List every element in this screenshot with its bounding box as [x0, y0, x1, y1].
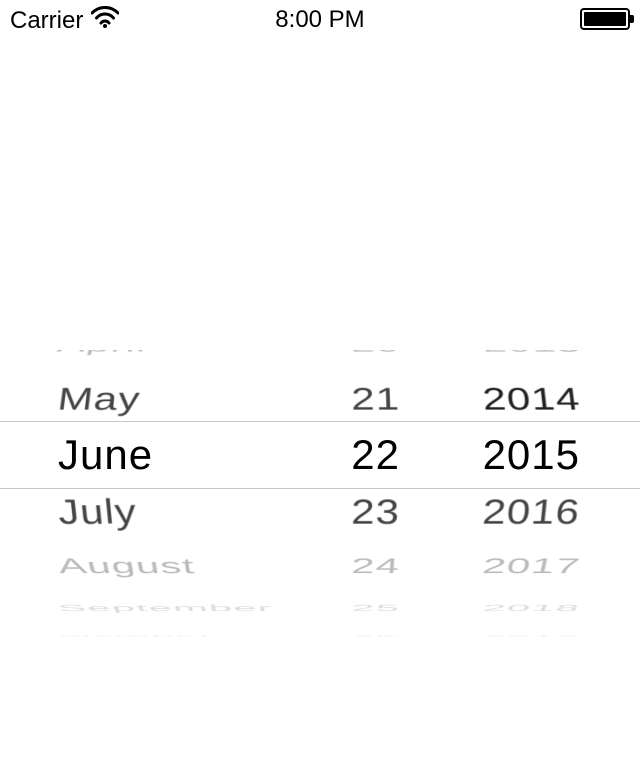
status-bar-right [580, 8, 630, 37]
status-bar: Carrier 8:00 PM [0, 0, 640, 40]
year-option[interactable]: 2013 [428, 350, 584, 360]
year-option[interactable]: 2014 [429, 374, 584, 425]
battery-fill [584, 12, 626, 26]
day-wheel[interactable]: 17 18 19 20 21 22 23 24 25 26 27 [310, 350, 400, 784]
year-option[interactable]: 2018 [428, 601, 584, 616]
year-option[interactable]: 2017 [428, 548, 584, 583]
month-option[interactable]: August [45, 548, 310, 583]
year-selected[interactable]: 2015 [430, 421, 580, 489]
month-selected[interactable]: June [50, 421, 310, 489]
month-option[interactable]: October [47, 634, 310, 638]
day-option[interactable]: 21 [310, 374, 401, 425]
battery-icon [580, 8, 630, 30]
date-picker: January February March April May June Ju… [0, 350, 640, 784]
day-option[interactable]: 26 [310, 634, 401, 638]
day-option[interactable]: 25 [310, 601, 401, 616]
day-option[interactable]: 20 [310, 350, 402, 360]
month-option[interactable]: April [45, 350, 310, 360]
day-option[interactable]: 24 [310, 548, 402, 583]
day-selected[interactable]: 22 [310, 421, 400, 489]
status-bar-time: 8:00 PM [0, 6, 640, 34]
year-option[interactable]: 2016 [429, 483, 584, 540]
month-option[interactable]: July [46, 483, 310, 540]
month-option[interactable]: May [46, 374, 310, 425]
month-wheel[interactable]: January February March April May June Ju… [50, 350, 310, 784]
year-wheel[interactable]: 2010 2011 2012 2013 2014 2015 2016 2017 … [430, 350, 580, 784]
day-option[interactable]: 23 [310, 483, 401, 540]
year-option[interactable]: 2019 [429, 634, 582, 638]
month-option[interactable]: September [46, 601, 310, 616]
